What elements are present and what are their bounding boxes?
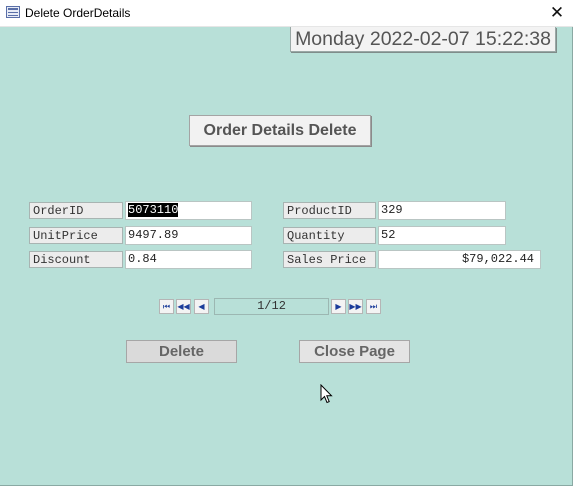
quantity-field[interactable]: 52 — [378, 226, 506, 245]
productid-label: ProductID — [283, 202, 376, 219]
window-title: Delete OrderDetails — [25, 6, 131, 20]
next-page-icon[interactable]: ▶▶ — [348, 299, 363, 314]
record-position: 1/12 — [214, 298, 329, 315]
delete-button[interactable]: Delete — [126, 340, 237, 363]
unitprice-label: UnitPrice — [29, 227, 123, 244]
form-body: Monday 2022-02-07 15:22:38 Order Details… — [0, 27, 573, 486]
previous-record-icon[interactable]: ◀ — [194, 299, 209, 314]
next-record-icon[interactable]: ▶ — [331, 299, 346, 314]
datetime-display: Monday 2022-02-07 15:22:38 — [290, 27, 556, 52]
previous-page-icon[interactable]: ◀◀ — [176, 299, 191, 314]
salesprice-field[interactable]: $79,022.44 — [378, 250, 541, 269]
form-icon — [6, 6, 20, 18]
orderid-field[interactable]: 5073110 — [125, 201, 252, 220]
discount-field[interactable]: 0.84 — [125, 250, 252, 269]
close-icon[interactable]: ✕ — [544, 2, 570, 24]
productid-field[interactable]: 329 — [378, 201, 506, 220]
first-record-icon[interactable]: ⏮ — [159, 299, 174, 314]
salesprice-label: Sales Price — [283, 251, 376, 268]
orderid-value: 5073110 — [128, 203, 179, 217]
unitprice-field[interactable]: 9497.89 — [125, 226, 252, 245]
order-details-delete-header: Order Details Delete — [189, 115, 371, 146]
title-bar: Delete OrderDetails ✕ — [0, 0, 573, 27]
orderid-label: OrderID — [29, 202, 123, 219]
close-page-button[interactable]: Close Page — [299, 340, 410, 363]
discount-label: Discount — [29, 251, 123, 268]
quantity-label: Quantity — [283, 227, 376, 244]
mouse-cursor-icon — [320, 384, 333, 404]
last-record-icon[interactable]: ⏭ — [366, 299, 381, 314]
